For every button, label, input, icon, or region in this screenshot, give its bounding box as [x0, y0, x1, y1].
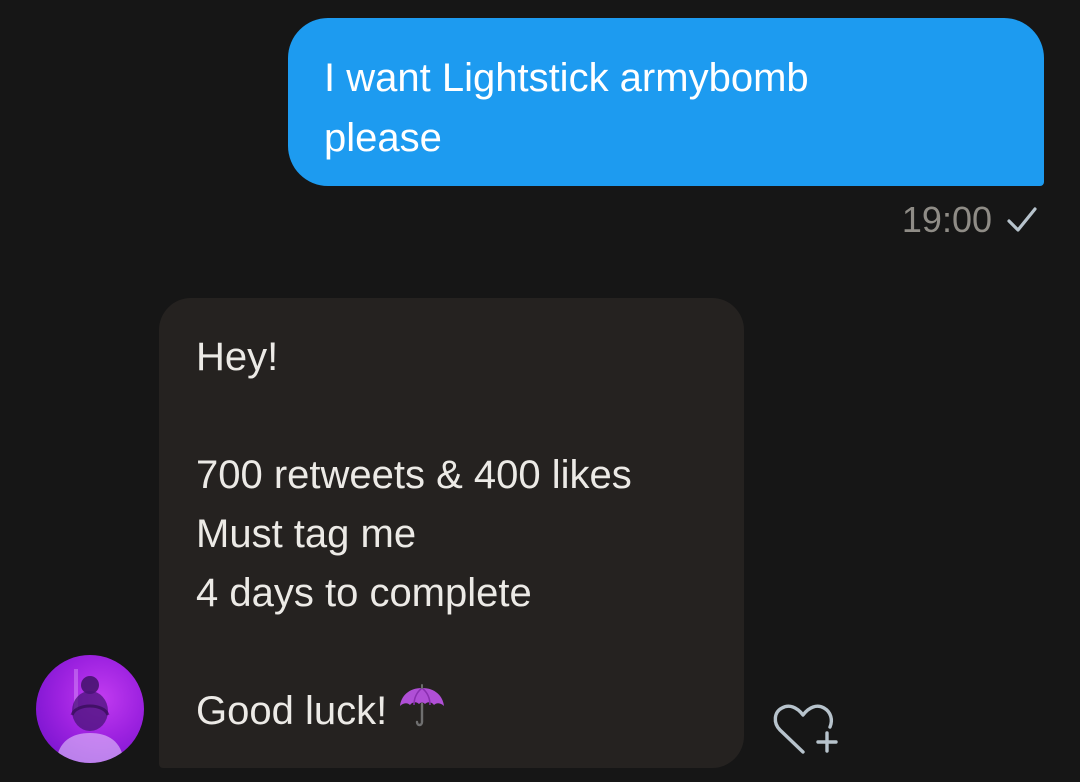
heart-plus-icon [773, 704, 838, 754]
add-reaction-button[interactable] [770, 700, 844, 758]
avatar[interactable] [36, 655, 144, 763]
incoming-message-line: 700 retweets & 400 likes [196, 453, 632, 497]
avatar-photo [56, 669, 124, 763]
check-icon [1007, 207, 1037, 232]
message-meta: 19:00 [902, 198, 1038, 242]
outgoing-message-text: I want Lightstick armybomb please [324, 56, 809, 160]
incoming-message-line [196, 387, 708, 446]
incoming-message-line: Good luck! [196, 689, 388, 733]
umbrella-icon [400, 684, 445, 727]
message-timestamp: 19:00 [901, 199, 992, 240]
outgoing-message-bubble[interactable]: I want Lightstick armybomb please [288, 18, 1044, 186]
incoming-message-bubble[interactable]: Hey! 700 retweets & 400 likes Must tag m… [159, 298, 744, 768]
incoming-message-line: Must tag me [196, 512, 417, 556]
incoming-message-line [196, 623, 708, 682]
incoming-message-line: 4 days to complete [196, 571, 532, 615]
incoming-message-line: Hey! [196, 335, 279, 379]
incoming-message-last-line: Good luck! [196, 682, 708, 741]
